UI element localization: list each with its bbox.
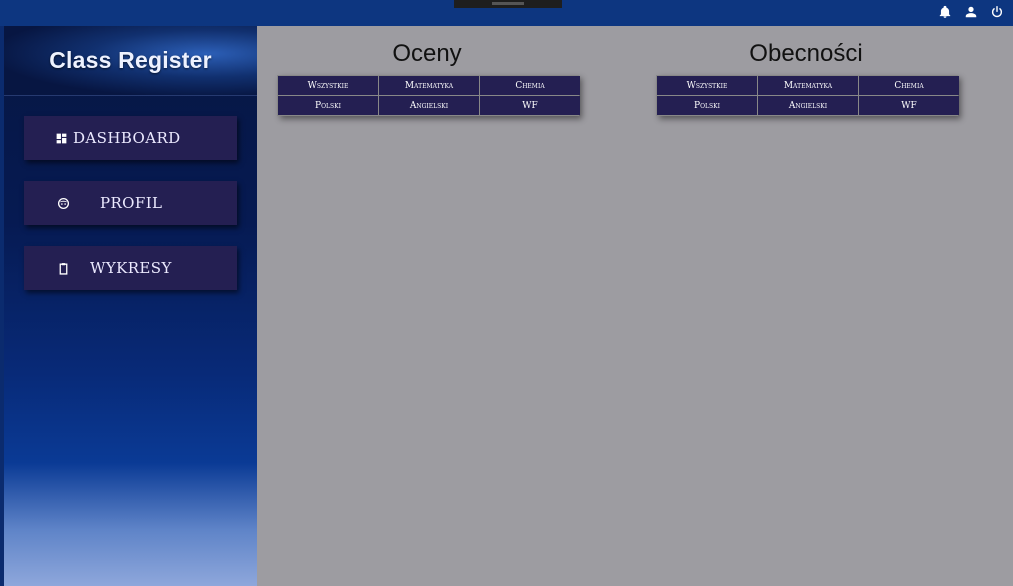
attendance-title: Obecności [749,40,863,67]
top-icons [937,4,1005,20]
attendance-subject-grid: Wszystkie Matematyka Chemia Polski Angie… [656,75,959,116]
attendance-subject-all-button[interactable]: Wszystkie [657,76,757,95]
grades-subject-english-button[interactable]: Angielski [379,96,479,115]
clipboard-icon [56,261,70,275]
attendance-section: Obecności Wszystkie Matematyka Chemia Po… [656,40,959,116]
power-icon[interactable] [989,4,1005,20]
grades-subject-grid: Wszystkie Matematyka Chemia Polski Angie… [277,75,580,116]
app-window: Class Register DASHBOARD PROFIL WYKRESY … [0,0,1013,586]
dashboard-icon [54,131,68,145]
attendance-subject-english-button[interactable]: Angielski [758,96,858,115]
sidebar: Class Register DASHBOARD PROFIL WYKRESY [0,26,257,586]
top-bar [0,0,1013,26]
grades-title: Oceny [392,40,462,67]
brand-title: Class Register [49,47,212,73]
window-drag-handle[interactable] [454,0,562,8]
attendance-subject-pe-button[interactable]: WF [859,96,959,115]
attendance-subject-math-button[interactable]: Matematyka [758,76,858,95]
grades-subject-math-button[interactable]: Matematyka [379,76,479,95]
grades-subject-polish-button[interactable]: Polski [278,96,378,115]
grades-section: Oceny Wszystkie Matematyka Chemia Polski… [277,40,580,116]
bell-icon[interactable] [937,4,953,20]
attendance-subject-chemistry-button[interactable]: Chemia [859,76,959,95]
grades-subject-pe-button[interactable]: WF [480,96,580,115]
user-icon[interactable] [963,4,979,20]
wykresy-button[interactable]: WYKRESY [24,246,237,290]
dashboard-button[interactable]: DASHBOARD [24,116,237,160]
grades-subject-chemistry-button[interactable]: Chemia [480,76,580,95]
wykresy-label: WYKRESY [90,259,172,277]
attendance-subject-polish-button[interactable]: Polski [657,96,757,115]
grades-subject-all-button[interactable]: Wszystkie [278,76,378,95]
profil-label: PROFIL [100,194,163,212]
profil-button[interactable]: PROFIL [24,181,237,225]
face-icon [56,196,70,210]
dashboard-label: DASHBOARD [73,129,181,147]
brand-header: Class Register [4,26,257,96]
